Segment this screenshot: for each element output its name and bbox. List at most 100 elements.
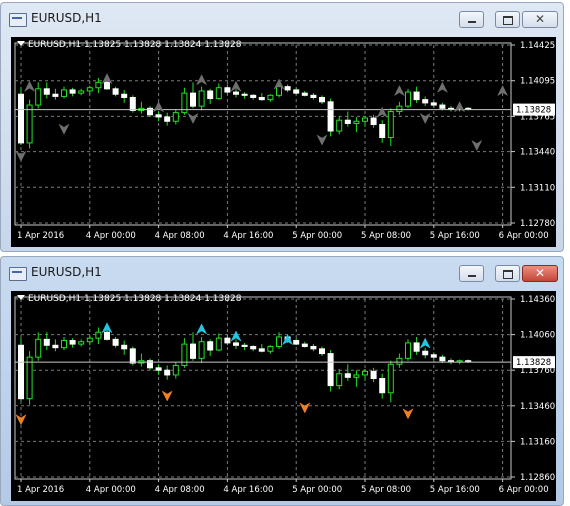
time-label: 5 Apr 00:00 bbox=[292, 231, 342, 241]
title-bar[interactable]: EURUSD,H1 ✕ bbox=[1, 3, 563, 33]
time-label: 5 Apr 16:00 bbox=[430, 485, 480, 495]
candle-body bbox=[396, 105, 403, 113]
candle-body bbox=[284, 86, 291, 91]
candle-body bbox=[430, 354, 437, 358]
sell-arrow-icon bbox=[15, 414, 27, 426]
candle-body bbox=[190, 343, 196, 359]
chart-window-icon bbox=[9, 267, 27, 281]
maximize-icon bbox=[496, 12, 519, 27]
chart-area[interactable]: 1.14360 1.14060 1.13760 1.13460 1.13160 1.128… bbox=[11, 291, 556, 501]
buy-arrow-icon bbox=[419, 337, 431, 349]
minimize-icon bbox=[460, 266, 483, 281]
candle-body bbox=[293, 89, 300, 94]
time-label: 6 Apr 00:00 bbox=[499, 485, 549, 495]
minimize-button[interactable] bbox=[459, 265, 484, 282]
candle-body bbox=[52, 344, 59, 349]
close-button[interactable]: ✕ bbox=[522, 11, 558, 28]
time-label: 5 Apr 08:00 bbox=[361, 231, 411, 241]
chart-area[interactable]: 1.14425 1.14095 1.13765 1.13440 1.13110 1.127… bbox=[11, 37, 556, 247]
candle-body bbox=[112, 338, 119, 346]
candle-body bbox=[362, 117, 368, 122]
candle-body bbox=[405, 342, 411, 359]
candle-body bbox=[95, 81, 102, 89]
quote-text: EURUSD,H1 1.13825 1.13828 1.13824 1.1382… bbox=[28, 294, 242, 304]
time-label: 4 Apr 16:00 bbox=[223, 485, 273, 495]
candle-body bbox=[61, 340, 67, 349]
buy-arrow-icon bbox=[281, 334, 294, 346]
candle-body bbox=[78, 341, 85, 345]
candle-body bbox=[43, 88, 50, 95]
candle-body bbox=[336, 119, 343, 132]
candle-body bbox=[164, 369, 171, 376]
time-label: 5 Apr 08:00 bbox=[361, 485, 411, 495]
close-button[interactable]: ✕ bbox=[522, 265, 558, 282]
candlestick-chart[interactable]: 1.144251.140951.137651.134401.131101.127… bbox=[11, 37, 556, 247]
candle-body bbox=[319, 348, 325, 355]
candle-body bbox=[405, 91, 411, 107]
time-label: 1 Apr 2016 bbox=[17, 231, 64, 241]
close-icon: ✕ bbox=[534, 266, 546, 280]
candle-body bbox=[276, 336, 282, 347]
candle-body bbox=[250, 345, 257, 350]
sell-arrow-icon bbox=[316, 134, 328, 146]
candle-body bbox=[439, 104, 446, 109]
candle-body bbox=[379, 378, 386, 394]
sell-arrow-icon bbox=[187, 112, 199, 125]
price-label: 1.14425 bbox=[520, 41, 555, 51]
candle-body bbox=[370, 117, 377, 126]
collapse-triangle-icon[interactable] bbox=[17, 295, 25, 300]
price-label: 1.12780 bbox=[520, 219, 555, 229]
maximize-button[interactable] bbox=[495, 265, 520, 282]
candle-body bbox=[78, 90, 85, 94]
sell-arrow-icon bbox=[299, 402, 311, 414]
buy-arrow-icon bbox=[195, 74, 208, 86]
candle-body bbox=[258, 96, 265, 101]
title-bar[interactable]: EURUSD,H1 ✕ bbox=[1, 257, 563, 287]
candle-body bbox=[439, 356, 446, 362]
chart-window-top[interactable]: EURUSD,H1 ✕ 1.14425 1.14095 1.13765 1.13440… bbox=[0, 2, 564, 252]
candle-body bbox=[104, 331, 110, 340]
candle-body bbox=[215, 337, 222, 351]
candle-body bbox=[233, 91, 239, 95]
sell-arrow-icon bbox=[402, 408, 414, 420]
price-label: 1.14095 bbox=[520, 77, 555, 87]
candle-body bbox=[215, 87, 222, 100]
time-label: 1 Apr 2016 bbox=[17, 485, 64, 495]
candle-body bbox=[344, 373, 351, 378]
candle-body bbox=[310, 94, 317, 98]
candle-body bbox=[379, 124, 386, 139]
candlestick-chart[interactable]: 1.143601.140601.137601.134601.131601.128… bbox=[11, 291, 556, 501]
candle-body bbox=[344, 119, 351, 124]
maximize-button[interactable] bbox=[495, 11, 520, 28]
time-label: 5 Apr 16:00 bbox=[430, 231, 480, 241]
buy-arrow-icon bbox=[23, 80, 36, 92]
candle-body bbox=[26, 104, 33, 144]
buy-arrow-icon bbox=[393, 85, 406, 97]
candle-body bbox=[250, 94, 257, 98]
candle-body bbox=[233, 342, 239, 346]
collapse-triangle-icon[interactable] bbox=[17, 41, 25, 46]
candle-body bbox=[35, 88, 42, 106]
candle-body bbox=[26, 356, 33, 400]
price-label: 1.13460 bbox=[520, 402, 555, 412]
candle-body bbox=[104, 81, 110, 90]
current-price-label: 1.13828 bbox=[516, 106, 551, 116]
chart-window-bottom[interactable]: EURUSD,H1 ✕ 1.14360 1.14060 1.13760 1.13460… bbox=[0, 256, 564, 506]
candle-body bbox=[18, 93, 24, 144]
candle-body bbox=[61, 89, 67, 97]
price-label: 1.12860 bbox=[520, 473, 555, 483]
candle-body bbox=[413, 91, 420, 101]
minimize-icon bbox=[460, 12, 483, 27]
price-label: 1.14360 bbox=[520, 295, 555, 305]
buy-arrow-icon bbox=[152, 101, 165, 113]
quote-text: EURUSD,H1 1.13825 1.13828 1.13824 1.1382… bbox=[28, 40, 242, 50]
candle-body bbox=[387, 111, 394, 139]
candle-body bbox=[301, 343, 308, 347]
candle-body bbox=[172, 112, 179, 122]
candle-body bbox=[353, 120, 360, 124]
window-title: EURUSD,H1 bbox=[31, 265, 102, 279]
candle-body bbox=[207, 90, 214, 100]
candle-body bbox=[43, 338, 50, 346]
minimize-button[interactable] bbox=[459, 11, 484, 28]
candle-body bbox=[121, 93, 128, 98]
